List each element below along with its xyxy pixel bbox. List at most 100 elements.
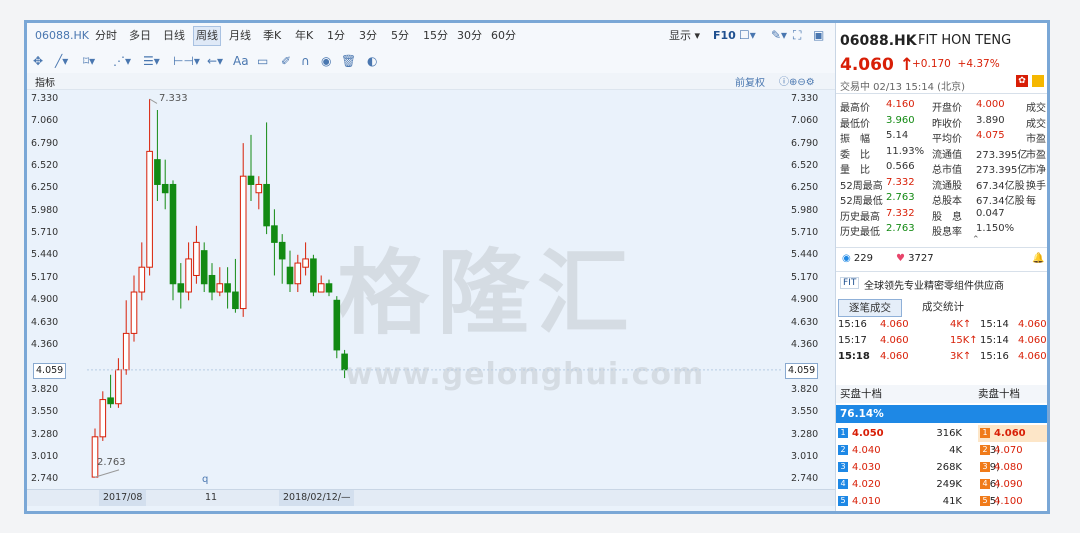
drawing-toolbar: ✥ ╱▾ ⌑▾ ⋰▾ ☰▾ ⊢⊣▾ ←▾ Aa ▭ ✐ ∩ ◉ 🗑 ◐ — [27, 49, 835, 74]
period-tab[interactable]: 多日 — [127, 27, 153, 45]
period-tab-active[interactable]: 周线 — [193, 26, 221, 46]
quote-label: 市净 — [1026, 165, 1046, 176]
quote-label: 流通值 — [932, 149, 962, 161]
quote-value: 273.395亿 — [976, 149, 1028, 161]
period-tab[interactable]: 季K — [261, 27, 283, 45]
candle-body — [325, 283, 333, 293]
trash-icon[interactable]: 🗑 — [341, 52, 356, 70]
quote-value: 2.763 — [886, 192, 915, 203]
magnet-icon[interactable]: ∩ — [301, 52, 310, 70]
square-icon[interactable]: ☐▾ — [739, 26, 756, 44]
zigzag-icon[interactable]: ⋰▾ — [113, 52, 131, 70]
indicator-label[interactable]: 指标 — [35, 74, 55, 89]
measure-icon[interactable]: ⊢⊣▾ — [173, 52, 200, 70]
time-label: 11 — [205, 492, 218, 503]
period-tab[interactable]: 1分 — [325, 27, 347, 45]
period-tab[interactable]: 30分 — [455, 27, 484, 45]
quote-value: 273.395亿 — [976, 165, 1028, 176]
trade-price: 4.060 — [880, 335, 909, 346]
quote-label: 总市值 — [932, 165, 962, 176]
ask-price: 4.090 — [994, 479, 1023, 490]
period-tab[interactable]: 15分 — [421, 27, 450, 45]
trade-row: 15:17 4.060 15K↑ 15:14 4.060 — [838, 335, 1047, 346]
candlestick-chart[interactable]: 格隆汇 www.gelonghui.com 7.330 7.060 6.790 6.5… — [27, 89, 835, 489]
ask-price: 4.100 — [994, 496, 1023, 507]
period-tab[interactable]: 分时 — [93, 27, 119, 45]
bid-price: 4.050 — [852, 428, 884, 439]
price-tick: 6.250 — [791, 182, 819, 193]
arrow-left-icon[interactable]: ←▾ — [207, 52, 223, 70]
quote-label: 成交 — [1026, 118, 1046, 130]
price-tick: 3.280 — [31, 429, 59, 440]
bid-price: 4.030 — [852, 462, 881, 473]
period-tab[interactable]: 月线 — [227, 27, 253, 45]
price-tick: 2.740 — [31, 473, 59, 484]
volume-value: 4K — [950, 319, 963, 330]
price-tick: 2.740 — [791, 473, 819, 484]
divider — [836, 247, 1047, 248]
price-tick: 3.820 — [791, 384, 819, 395]
quote-label: 流通股 — [932, 180, 962, 192]
buy-level: 4 — [838, 479, 848, 489]
price-tick: 6.520 — [31, 160, 59, 171]
price-tick: 3.550 — [791, 406, 819, 417]
bell-icon[interactable]: 🔔 — [1032, 253, 1044, 264]
period-tab[interactable]: 年K — [293, 27, 315, 45]
bid-volume: 268K — [936, 462, 962, 473]
text-icon[interactable]: Aa — [233, 52, 249, 70]
collapse-icon[interactable]: ⌃ — [972, 235, 980, 245]
candle-body — [239, 175, 247, 310]
candle-body — [341, 353, 348, 371]
pen-icon[interactable]: ✎▾ — [771, 26, 787, 44]
eraser-icon[interactable]: ✐ — [281, 52, 291, 70]
candle-body — [232, 291, 239, 310]
stock-code-tab[interactable]: 06088.HK — [33, 27, 91, 45]
tab-stats[interactable]: 成交统计 — [912, 299, 974, 315]
buy-level: 2 — [838, 445, 848, 455]
sell-title: 卖盘十档 — [978, 388, 1020, 400]
adjust-label[interactable]: 前复权 — [735, 74, 765, 89]
price-tick: 5.440 — [31, 249, 59, 260]
price-tick: 5.710 — [791, 227, 819, 238]
list-icon[interactable]: ☰▾ — [143, 52, 160, 70]
price-tick: 4.900 — [791, 294, 819, 305]
price-tick: 6.520 — [791, 160, 819, 171]
trade-volume: 3K↑ — [950, 351, 971, 362]
price-tick: 3.550 — [31, 406, 59, 417]
candle-body — [200, 250, 208, 285]
period-tab[interactable]: 60分 — [489, 27, 518, 45]
quote-value: 3.960 — [886, 114, 915, 126]
period-tab[interactable]: 5分 — [389, 27, 411, 45]
zoom-controls-icon[interactable]: ⓘ⊕⊖⚙ — [779, 73, 815, 88]
quote-value: 67.34亿股 — [976, 196, 1025, 207]
quote-value: 4.075 — [976, 130, 1005, 141]
f10-button[interactable]: F10 — [711, 27, 738, 45]
divider — [836, 93, 1047, 94]
quote-value: 7.332 — [886, 207, 915, 219]
display-dropdown[interactable]: 显示 ▾ — [667, 27, 702, 45]
book-row: 24.0404K(3)24.070 — [836, 442, 1047, 459]
price-tick: 3.010 — [791, 451, 819, 462]
quote-label: 委 比 — [840, 149, 870, 161]
high-leader-line — [149, 98, 158, 104]
eye-icon[interactable]: ◉ — [321, 52, 331, 70]
likes-count[interactable]: ♥ 3727 — [896, 253, 934, 264]
bookmark-icon[interactable] — [1032, 75, 1044, 87]
comment-icon[interactable]: ▭ — [257, 52, 268, 70]
period-tab[interactable]: 3分 — [357, 27, 379, 45]
price-value: 4.060 — [840, 55, 894, 75]
quote-value: 1.150% — [976, 223, 1015, 234]
tab-trades[interactable]: 逐笔成交 — [838, 299, 902, 317]
panel-icon[interactable]: ▣ — [813, 26, 824, 44]
sell-level: 3 — [980, 462, 990, 472]
price-tick: 4.900 — [31, 294, 59, 305]
chart-pane: 06088.HK 分时 多日 日线 周线 月线 季K 年K 1分 3分 5分 1… — [27, 23, 835, 511]
rect-icon[interactable]: ⌑▾ — [83, 52, 95, 70]
toggle-icon[interactable]: ◐ — [367, 52, 377, 70]
up-arrow-icon: ↑ — [969, 335, 978, 346]
line-icon[interactable]: ╱▾ — [55, 52, 68, 70]
crosshair-icon[interactable]: ✥ — [33, 52, 43, 70]
period-tab[interactable]: 日线 — [161, 27, 187, 45]
trade-time: 交易中 02/13 15:14 (北京) — [840, 82, 965, 93]
fullscreen-icon[interactable]: ⛶ — [793, 26, 801, 44]
